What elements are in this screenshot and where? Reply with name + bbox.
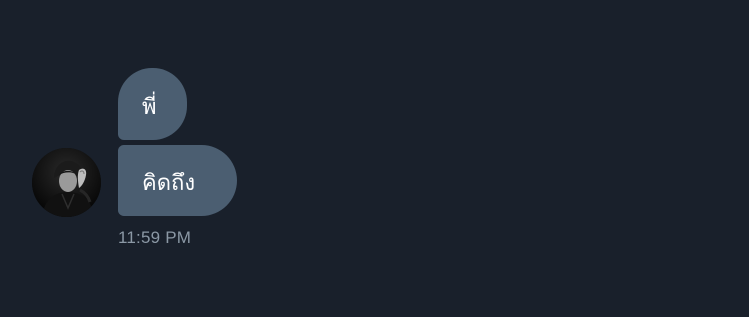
message-text: พี่: [142, 95, 157, 120]
avatar-photo: [32, 148, 101, 217]
avatar[interactable]: [32, 148, 101, 217]
message-bubble[interactable]: พี่: [118, 68, 187, 140]
dm-conversation: พี่ คิดถึง 11:59 PM: [0, 0, 749, 317]
message-text: คิดถึง: [142, 170, 196, 196]
message-bubble[interactable]: คิดถึง: [118, 145, 237, 216]
message-timestamp: 11:59 PM: [118, 228, 192, 247]
